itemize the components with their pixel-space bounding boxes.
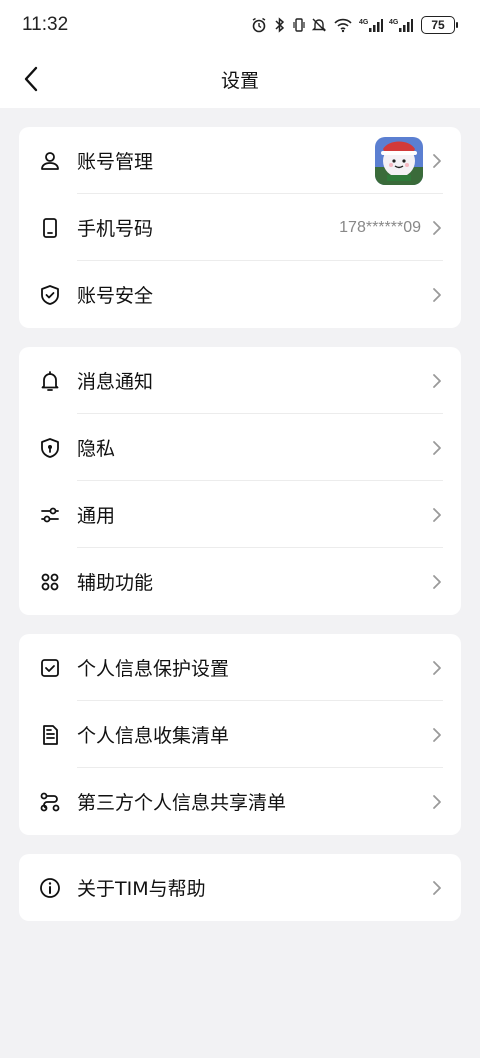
bluetooth-icon: [273, 17, 287, 33]
chevron-right-icon: [431, 152, 443, 170]
back-arrow-icon: [24, 66, 38, 92]
back-button[interactable]: [14, 62, 48, 96]
settings-row-general[interactable]: 通用: [19, 481, 461, 548]
signal-icon-2: 4G: [389, 17, 413, 33]
chevron-right-icon: [431, 879, 443, 897]
settings-row-account-security[interactable]: 账号安全: [19, 261, 461, 328]
row-label: 通用: [77, 505, 116, 527]
chevron-right-icon: [431, 793, 443, 811]
row-label: 辅助功能: [77, 572, 154, 594]
checkbox-icon: [39, 657, 61, 679]
row-label: 消息通知: [77, 371, 154, 393]
row-label: 关于TIM与帮助: [77, 878, 206, 900]
chevron-right-icon: [431, 219, 443, 237]
row-label: 第三方个人信息共享清单: [77, 792, 287, 814]
shield-check-icon: [39, 284, 61, 306]
about-group: 关于TIM与帮助: [19, 854, 461, 921]
chevron-right-icon: [431, 659, 443, 677]
row-label: 个人信息收集清单: [77, 725, 230, 747]
battery-icon: 75: [421, 16, 458, 34]
share-nodes-icon: [39, 791, 61, 813]
status-time: 11:32: [22, 14, 69, 35]
document-list-icon: [39, 724, 61, 746]
status-bar: 11:32 4G 4G 75: [0, 0, 480, 50]
status-icons: 4G 4G 75: [251, 16, 458, 34]
chevron-right-icon: [431, 439, 443, 457]
settings-row-account-management[interactable]: 账号管理: [19, 127, 461, 194]
command-icon: [39, 571, 61, 593]
phone-number-value: 178******09: [339, 218, 421, 236]
row-label: 个人信息保护设置: [77, 658, 230, 680]
settings-row-phone-number[interactable]: 手机号码 178******09: [19, 194, 461, 261]
chevron-right-icon: [431, 573, 443, 591]
row-label: 手机号码: [77, 218, 154, 240]
battery-level: 75: [421, 16, 455, 34]
info-icon: [39, 877, 61, 899]
general-group: 消息通知 隐私 通用 辅助功能: [19, 347, 461, 615]
row-label: 账号管理: [77, 151, 154, 173]
chevron-right-icon: [431, 726, 443, 744]
svg-text:4G: 4G: [359, 19, 369, 26]
row-label: 账号安全: [77, 285, 154, 307]
sliders-icon: [39, 504, 61, 526]
phone-icon: [39, 217, 61, 239]
svg-text:4G: 4G: [389, 19, 399, 26]
account-group: 账号管理 手机号码 178******09 账号安全: [19, 127, 461, 328]
alarm-icon: [251, 17, 267, 33]
settings-row-accessibility[interactable]: 辅助功能: [19, 548, 461, 615]
mute-bell-icon: [311, 17, 327, 33]
user-icon: [39, 150, 61, 172]
personal-info-group: 个人信息保护设置 个人信息收集清单 第三方个人信息共享清单: [19, 634, 461, 835]
settings-row-third-party-sharing[interactable]: 第三方个人信息共享清单: [19, 768, 461, 835]
settings-row-personal-info-protection[interactable]: 个人信息保护设置: [19, 634, 461, 701]
chevron-right-icon: [431, 506, 443, 524]
settings-row-notifications[interactable]: 消息通知: [19, 347, 461, 414]
chevron-right-icon: [431, 372, 443, 390]
nav-bar: 设置: [0, 50, 480, 108]
chevron-right-icon: [431, 286, 443, 304]
page-title: 设置: [220, 69, 259, 92]
signal-icon-1: 4G: [359, 17, 383, 33]
avatar: [375, 136, 423, 185]
bell-icon: [39, 370, 61, 392]
wifi-icon: [333, 17, 353, 33]
settings-row-privacy[interactable]: 隐私: [19, 414, 461, 481]
vibrate-icon: [293, 17, 305, 33]
settings-row-personal-info-collection[interactable]: 个人信息收集清单: [19, 701, 461, 768]
privacy-shield-icon: [39, 437, 61, 459]
settings-row-about-help[interactable]: 关于TIM与帮助: [19, 854, 461, 921]
row-label: 隐私: [77, 438, 116, 460]
